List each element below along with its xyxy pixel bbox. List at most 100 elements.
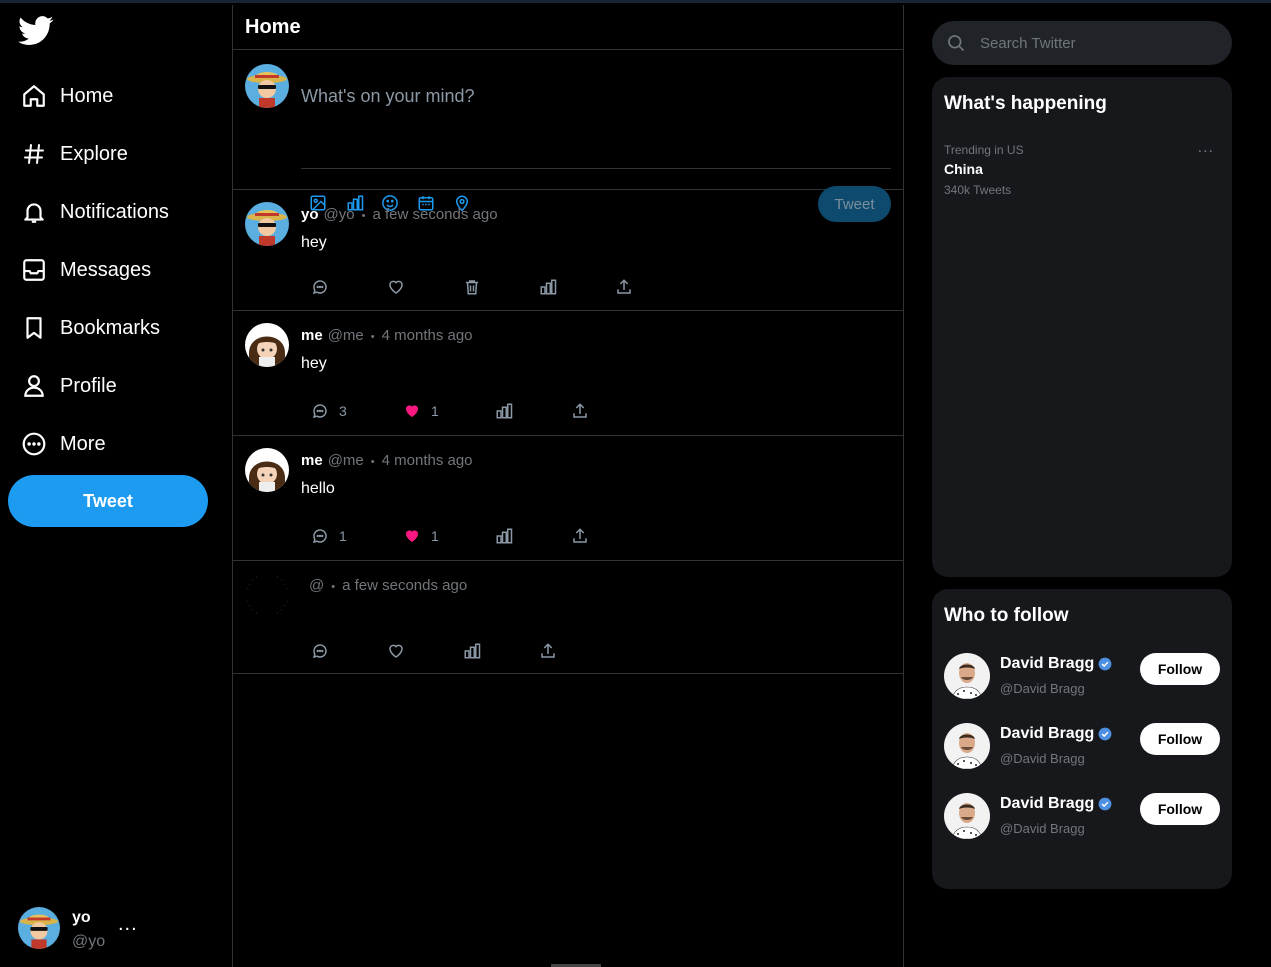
avatar[interactable] (944, 793, 990, 839)
tweet-avatar[interactable] (245, 323, 289, 367)
analytics-button[interactable] (463, 642, 539, 660)
trend-context: Trending in US (944, 143, 1024, 157)
avatar[interactable] (944, 653, 990, 699)
nav-messages-label: Messages (60, 258, 152, 281)
reply-count: 3 (339, 403, 347, 419)
reply-count: 1 (339, 528, 347, 544)
tweet-meta: me @me • 4 months ago (301, 452, 473, 469)
analytics-button[interactable] (495, 402, 571, 420)
meta-separator: • (331, 581, 336, 593)
tweet-timestamp[interactable]: a few seconds ago (372, 206, 497, 223)
tweet-author-handle[interactable]: @me (328, 452, 364, 469)
nav-home[interactable]: Home (20, 76, 113, 116)
like-count: 1 (431, 403, 439, 419)
tweet-item[interactable]: me @me • 4 months ago hello 1 1 (233, 436, 903, 561)
hashtag-icon (20, 140, 48, 168)
nav-notifications-label: Notifications (60, 200, 169, 223)
nav-profile[interactable]: Profile (20, 366, 117, 406)
tweet-meta: yo @yo • a few seconds ago (301, 206, 498, 223)
share-button[interactable] (615, 278, 655, 296)
tweet-avatar-placeholder[interactable] (245, 573, 289, 617)
account-switcher[interactable]: yo @yo ... (18, 905, 218, 955)
tweet-text: hey (301, 234, 327, 251)
tweet-item[interactable]: yo @yo • a few seconds ago hey (233, 190, 903, 311)
nav-profile-label: Profile (60, 374, 117, 397)
follow-name: David Bragg (1000, 655, 1112, 673)
tweet-avatar[interactable] (245, 202, 289, 246)
tweet-author-name[interactable]: me (301, 327, 323, 344)
like-button[interactable] (387, 278, 463, 296)
follow-button[interactable]: Follow (1140, 793, 1220, 825)
tweet-text: hello (301, 480, 335, 497)
meta-separator: • (370, 456, 375, 468)
tweet-composer: Tweet (233, 50, 903, 222)
heart-icon (389, 644, 403, 658)
avatar[interactable] (944, 723, 990, 769)
reply-icon (312, 644, 327, 659)
heart-filled-icon (406, 405, 418, 417)
tweet-actions: 3 1 (311, 402, 611, 420)
reply-button[interactable]: 1 (311, 527, 403, 545)
tweet-timestamp[interactable]: a few seconds ago (342, 577, 467, 594)
like-button[interactable] (387, 642, 463, 660)
share-button[interactable] (539, 642, 579, 660)
tweet-author-handle[interactable]: @yo (324, 206, 355, 223)
analytics-icon (496, 403, 513, 419)
left-sidebar: Home Explore Notifications Messages Book… (0, 0, 232, 967)
tweet-avatar[interactable] (245, 448, 289, 492)
tweet-author-handle[interactable]: @ (309, 577, 324, 594)
like-button[interactable]: 1 (403, 527, 495, 545)
tweet-author-name[interactable]: yo (301, 206, 319, 223)
search-input[interactable] (980, 34, 1200, 52)
nav-more[interactable]: More (20, 424, 106, 464)
more-icon[interactable]: ... (1198, 139, 1214, 157)
follow-name: David Bragg (1000, 725, 1112, 743)
analytics-button[interactable] (495, 527, 571, 545)
follow-button[interactable]: Follow (1140, 723, 1220, 755)
delete-button[interactable] (463, 278, 539, 296)
who-to-follow-title: Who to follow (944, 605, 1069, 626)
reply-button[interactable]: 3 (311, 402, 403, 420)
reply-button[interactable] (311, 642, 387, 660)
sidebar-tweet-button[interactable]: Tweet (8, 475, 208, 527)
trends-title: What's happening (944, 93, 1107, 114)
share-icon (573, 528, 587, 543)
bookmark-icon (20, 314, 48, 342)
analytics-icon (464, 643, 481, 659)
reply-button[interactable] (311, 278, 387, 296)
trend-name: China (944, 161, 983, 177)
share-button[interactable] (571, 527, 611, 545)
nav-messages[interactable]: Messages (20, 250, 151, 290)
like-button[interactable]: 1 (403, 402, 495, 420)
follow-name-text: David Bragg (1000, 655, 1095, 672)
tweet-text: hey (301, 355, 327, 372)
follow-suggestion[interactable]: David Bragg @David Bragg Follow (944, 793, 1220, 843)
trend-item[interactable]: Trending in US China 340k Tweets ... (944, 139, 1220, 199)
share-button[interactable] (571, 402, 611, 420)
follow-name-text: David Bragg (1000, 795, 1095, 812)
follow-suggestion[interactable]: David Bragg @David Bragg Follow (944, 723, 1220, 773)
tweet-item[interactable]: me @me • 4 months ago hey 3 1 (233, 311, 903, 436)
tweet-timestamp[interactable]: 4 months ago (382, 327, 473, 344)
person-icon (20, 372, 48, 400)
bell-icon (20, 198, 48, 226)
compose-input[interactable] (301, 66, 891, 126)
analytics-button[interactable] (539, 278, 615, 296)
nav-home-label: Home (60, 84, 114, 107)
nav-explore[interactable]: Explore (20, 134, 128, 174)
tweet-timestamp[interactable]: 4 months ago (382, 452, 473, 469)
follow-button[interactable]: Follow (1140, 653, 1220, 685)
tweet-author-name[interactable]: me (301, 452, 323, 469)
account-more-icon[interactable]: ... (118, 913, 138, 936)
follow-suggestion[interactable]: David Bragg @David Bragg Follow (944, 653, 1220, 703)
nav-notifications[interactable]: Notifications (20, 192, 169, 232)
tweet-author-handle[interactable]: @me (328, 327, 364, 344)
tweet-item[interactable]: @ • a few seconds ago (233, 561, 903, 674)
nav-bookmarks[interactable]: Bookmarks (20, 308, 160, 348)
analytics-icon (540, 279, 557, 295)
verified-badge-icon (1098, 727, 1112, 741)
search-box[interactable] (932, 21, 1232, 65)
twitter-bird-icon[interactable] (18, 16, 56, 50)
share-icon (617, 279, 631, 294)
reply-icon (312, 280, 327, 295)
